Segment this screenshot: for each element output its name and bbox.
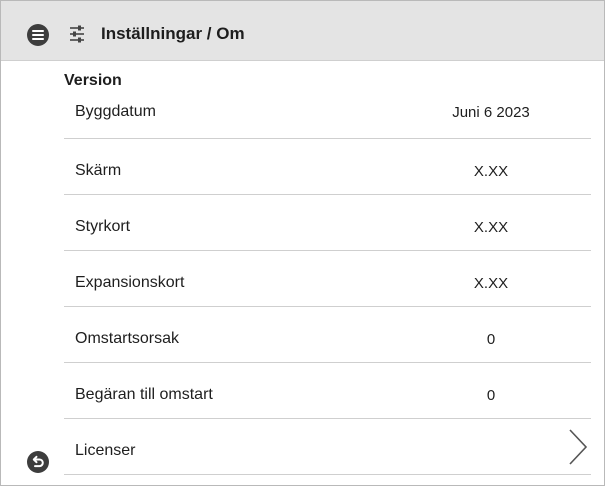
row-restart-request: Begäran till omstart 0 <box>64 363 591 419</box>
row-build-date: Byggdatum Juni 6 2023 <box>64 83 591 139</box>
row-value: X.XX <box>473 275 509 292</box>
page-title: Inställningar / Om <box>101 24 245 43</box>
row-display: Skärm X.XX <box>64 139 591 195</box>
version-list: Byggdatum Juni 6 2023 Skärm X.XX Styrkor… <box>64 83 591 475</box>
row-label: Omstartsorsak <box>75 330 180 347</box>
row-label: Expansionskort <box>75 274 185 291</box>
row-control-board: Styrkort X.XX <box>64 195 591 251</box>
row-restart-reason: Omstartsorsak 0 <box>64 307 591 363</box>
back-icon[interactable] <box>27 451 49 473</box>
row-label: Begäran till omstart <box>75 386 213 403</box>
settings-about-screen: Inställningar / Om Version Byggdatum Jun… <box>0 0 605 486</box>
row-label: Styrkort <box>75 218 131 235</box>
chevron-right-icon[interactable] <box>567 428 589 466</box>
row-label: Licenser <box>75 442 136 459</box>
sliders-icon <box>70 25 84 43</box>
row-value: X.XX <box>473 219 509 236</box>
row-value: 0 <box>486 387 496 404</box>
row-licenses[interactable]: Licenser <box>64 419 591 475</box>
row-value: Juni 6 2023 <box>452 104 530 121</box>
row-label: Skärm <box>75 162 122 179</box>
header-bar: Inställningar / Om <box>1 1 604 61</box>
row-value: 0 <box>486 331 496 348</box>
divider <box>64 474 591 475</box>
menu-icon[interactable] <box>27 24 49 46</box>
row-label: Byggdatum <box>75 103 156 120</box>
row-expansion-board: Expansionskort X.XX <box>64 251 591 307</box>
row-value: X.XX <box>473 163 509 180</box>
